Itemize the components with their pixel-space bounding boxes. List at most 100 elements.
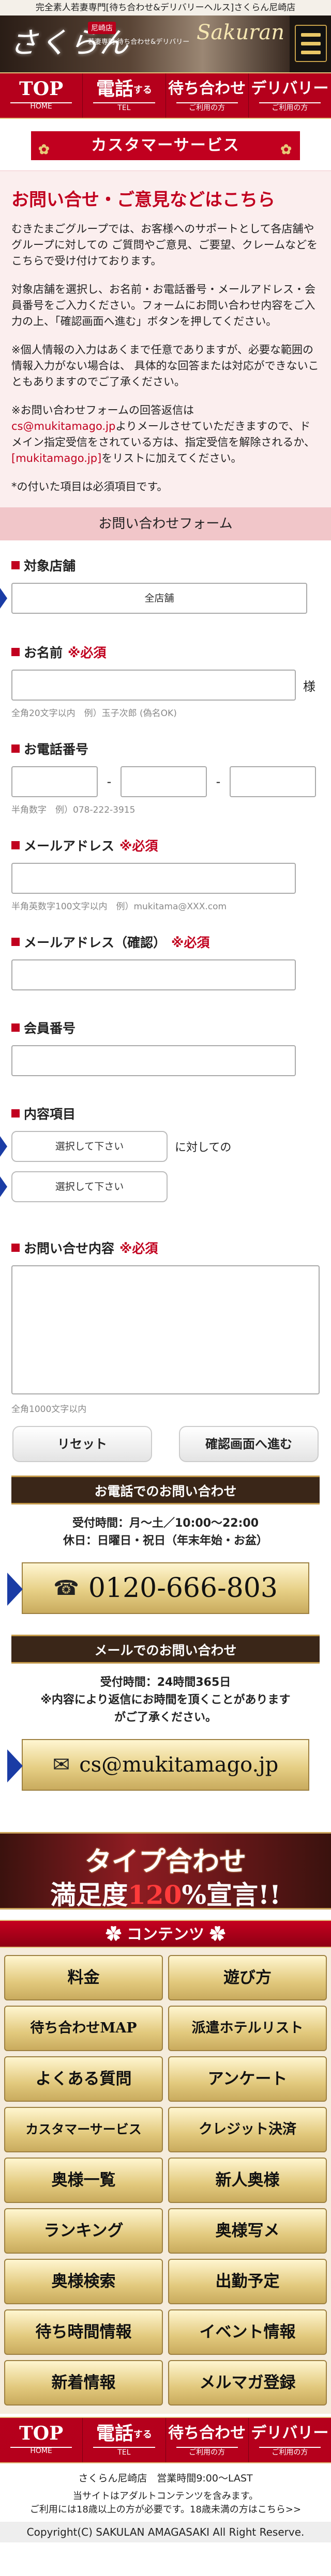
tel-field-3[interactable]: [230, 766, 316, 797]
nav-top[interactable]: TOP HOME: [0, 73, 83, 118]
footer-nav-meet-sub: ご利用の方: [189, 2448, 225, 2457]
name-label: お名前 ※必須: [11, 643, 320, 661]
content-link-hotel-list[interactable]: 派遣ホテルリスト: [168, 2006, 327, 2051]
content-link-news[interactable]: 新着情報: [4, 2360, 163, 2406]
tel-contact-bar: お電話でのお問い合わせ: [11, 1476, 320, 1504]
adult-note-2[interactable]: ご利用には18歳以上の方が必要です。18歳未満の方はこちら>>: [0, 2503, 331, 2517]
footer-nav-delivery-sub: ご利用の方: [272, 2448, 308, 2457]
shop-hours: さくらん尼崎店 営業時間9:00〜LAST: [78, 2473, 253, 2484]
logo[interactable]: さくらん 尼崎店 若妻専門 待ち合わせ&デリバリー Sakuran: [0, 15, 290, 72]
content-link-newsletter[interactable]: メルマガ登録: [168, 2360, 327, 2406]
logo-script: Sakuran: [197, 21, 284, 44]
mail-hours-2: ※内容により返信にお時間を頂くことがありますがご了承ください。: [40, 1694, 291, 1724]
content-link-photo-diary[interactable]: 奥様写メ: [168, 2208, 327, 2254]
form-header: お問い合わせフォーム: [0, 507, 331, 540]
content-label: 内容項目: [11, 1104, 320, 1123]
required-mark: ※必須: [68, 645, 107, 660]
domain-text: [mukitamago.jp]: [11, 452, 102, 464]
tel-hours-2: 休日：日曜日・祝日（年末年始・お盆）: [63, 1534, 268, 1547]
footer-nav-tel-small: する: [133, 2429, 152, 2440]
footer-nav-meet[interactable]: 待ち合わせ ご利用の方: [166, 2418, 249, 2462]
support-email-link[interactable]: cs@mukitamago.jp: [11, 420, 115, 432]
reset-button[interactable]: リセット: [12, 1426, 152, 1462]
nav-delivery-label: デリバリー: [251, 80, 329, 98]
footer-nav-tel-label: 電話: [96, 2423, 133, 2444]
intro-p4-c: をリストに加えてください。: [101, 452, 242, 464]
nav-delivery[interactable]: デリバリー ご利用の方: [249, 73, 331, 118]
site-header: さくらん 尼崎店 若妻専門 待ち合わせ&デリバリー Sakuran: [0, 15, 331, 72]
phone-number: 0120-666-803: [88, 1573, 278, 1604]
menu-icon[interactable]: [295, 25, 327, 62]
body-label: お問い合せ内容 ※必須: [11, 1238, 320, 1257]
name-hint: 全角20文字以内 例）玉子次郎 (偽名OK): [11, 708, 177, 719]
nav-top-sub: HOME: [30, 102, 52, 111]
member-label: 会員番号: [11, 1018, 320, 1037]
tel-dash: -: [216, 774, 221, 789]
banner-line-1: タイプ合わせ: [84, 1846, 246, 1877]
main-nav: TOP HOME 電話する TEL 待ち合わせ ご利用の方 デリバリー ご利用の…: [0, 72, 331, 119]
content-link-ranking[interactable]: ランキング: [4, 2208, 163, 2254]
contents-grid: 料金 遊び方 待ち合わせMAP 派遣ホテルリスト よくある質問 アンケート カス…: [0, 1948, 331, 2414]
tel-hours: 受付時間：月〜土／10:00〜22:00 休日：日曜日・祝日（年末年始・お盆）: [0, 1515, 331, 1550]
tel-field-2[interactable]: [121, 766, 207, 797]
store-select[interactable]: 全店舗: [11, 583, 307, 614]
name-suffix: 様: [303, 679, 315, 694]
mail-address: cs@mukitamago.jp: [79, 1753, 279, 1777]
content-select-2[interactable]: 選択して下さい: [11, 1171, 168, 1202]
footer-nav-delivery[interactable]: デリバリー ご利用の方: [249, 2418, 331, 2462]
flower-icon: ✿: [204, 1926, 225, 1944]
promo-banner[interactable]: タイプ合わせ 満足度120%宣言!!: [0, 1832, 331, 1910]
content-link-faq[interactable]: よくある質問: [4, 2056, 163, 2102]
nav-meet[interactable]: 待ち合わせ ご利用の方: [166, 73, 249, 118]
inquiry-textarea[interactable]: [11, 1265, 320, 1394]
footer-nav-delivery-label: デリバリー: [251, 2424, 329, 2442]
content-link-price[interactable]: 料金: [4, 1955, 163, 2000]
required-mark: ※必須: [171, 935, 210, 950]
mail-hours-1: 受付時間：24時間365日: [100, 1676, 231, 1689]
intro-p4-a: ※お問い合わせフォームの回答返信は: [11, 404, 194, 416]
contents-header: ✿ コンテンツ ✿: [0, 1920, 331, 1948]
mail-contact-bar: メールでのお問い合わせ: [11, 1635, 320, 1664]
content-link-wait-time[interactable]: 待ち時間情報: [4, 2309, 163, 2355]
nav-tel[interactable]: 電話する TEL: [83, 73, 166, 118]
tel-field-1[interactable]: [11, 766, 98, 797]
name-field[interactable]: [11, 670, 296, 701]
body-hint: 全角1000文字以内: [11, 1404, 87, 1415]
flower-icon: ✿: [38, 142, 51, 158]
footer-nav-top[interactable]: TOP HOME: [0, 2418, 83, 2462]
content-select-1[interactable]: 選択して下さい: [11, 1131, 168, 1162]
select-suffix: に対しての: [175, 1141, 232, 1154]
email-confirm-field[interactable]: [11, 959, 296, 990]
logo-sub: 若妻専門 待ち合わせ&デリバリー: [88, 38, 190, 46]
store-select-value: 全店舗: [144, 593, 174, 604]
email-label: メールアドレス ※必須: [11, 836, 320, 855]
footer-nav-tel[interactable]: 電話する TEL: [83, 2418, 166, 2462]
flower-icon: ✿: [280, 142, 293, 158]
adult-note-1: 当サイトはアダルトコンテンツを含みます。: [72, 2491, 259, 2502]
content-link-credit[interactable]: クレジット決済: [168, 2107, 327, 2152]
content-link-meet-map[interactable]: 待ち合わせMAP: [4, 2006, 163, 2051]
email-field[interactable]: [11, 863, 296, 894]
intro-heading: お問い合せ・ご意見などはこちら: [11, 190, 275, 210]
member-number-field[interactable]: [11, 1045, 296, 1076]
mail-button[interactable]: ✉ cs@mukitamago.jp: [7, 1739, 309, 1791]
required-mark: ※必須: [119, 1241, 158, 1256]
content-link-schedule[interactable]: 出勤予定: [168, 2259, 327, 2304]
site-tagline: 完全素人若妻専門[待ち合わせ&デリバリーヘルス]さくらん尼崎店: [0, 0, 331, 15]
call-button[interactable]: ☎ 0120-666-803: [7, 1562, 309, 1614]
page-title-text: カスタマーサービス: [91, 136, 240, 154]
flower-icon: ✿: [106, 1926, 127, 1944]
required-note: *の付いた項目は必須項目です。: [11, 480, 168, 493]
content-link-events[interactable]: イベント情報: [168, 2309, 327, 2355]
intro-paragraph-1: むきたまごグループでは、お客様へのサポートとして各店舗やグループに対しての ご質…: [11, 223, 318, 267]
content-link-girls-list[interactable]: 奥様一覧: [4, 2158, 163, 2203]
content-link-customer-service[interactable]: カスタマーサービス: [4, 2107, 163, 2152]
content-link-survey[interactable]: アンケート: [168, 2056, 327, 2102]
content-link-search[interactable]: 奥様検索: [4, 2259, 163, 2304]
store-label: 対象店舗: [11, 556, 320, 575]
arrow-icon: [0, 1176, 7, 1197]
confirm-button[interactable]: 確認画面へ進む: [179, 1426, 319, 1462]
content-link-howto[interactable]: 遊び方: [168, 1955, 327, 2000]
tel-label: お電話番号: [11, 739, 320, 758]
content-link-new-girls[interactable]: 新人奥様: [168, 2158, 327, 2203]
